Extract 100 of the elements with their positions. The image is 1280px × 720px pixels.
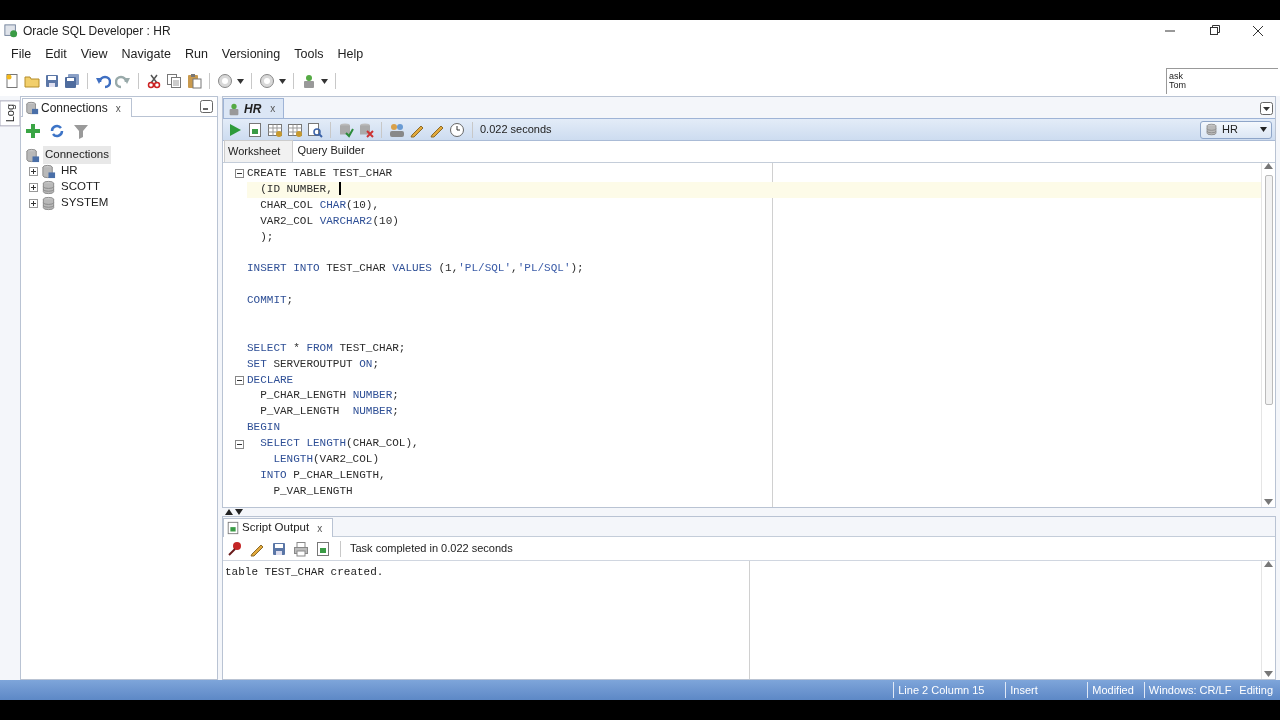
- expand-icon[interactable]: [29, 198, 38, 208]
- code-line: LENGTH(VAR2_COL): [272, 452, 381, 468]
- editor-subtab[interactable]: Query Builder: [293, 138, 378, 162]
- paste-icon[interactable]: [186, 73, 202, 89]
- caret-icon[interactable]: [279, 78, 286, 84]
- expand-icon[interactable]: [29, 182, 38, 192]
- menu-item[interactable]: Help: [330, 44, 371, 64]
- code-line: COMMIT;: [247, 293, 295, 309]
- folder-icon[interactable]: [24, 73, 40, 89]
- output-line: table TEST_CHAR created.: [225, 565, 385, 580]
- connections-icon: [25, 147, 40, 163]
- ask-tom-field[interactable]: ask Tom: [1166, 68, 1278, 94]
- menu-item[interactable]: File: [4, 44, 39, 64]
- database-icon: [41, 163, 56, 179]
- code-line: SELECT * FROM TEST_CHAR;: [247, 340, 407, 356]
- grid-icon[interactable]: [267, 121, 283, 138]
- splitter-arrows-icon[interactable]: [225, 509, 245, 515]
- tree-item[interactable]: HR: [59, 162, 80, 180]
- fold-icon[interactable]: [235, 376, 244, 385]
- copy-icon[interactable]: [166, 73, 182, 89]
- save-icon[interactable]: [44, 73, 60, 89]
- panel-tab[interactable]: Connections x: [22, 98, 132, 117]
- menu-item[interactable]: Navigate: [114, 44, 178, 64]
- scroll-thumb[interactable]: [1264, 175, 1273, 405]
- status-item: Modified: [1087, 681, 1138, 699]
- tree-item[interactable]: Connections: [43, 146, 111, 164]
- database-check-icon[interactable]: [338, 121, 354, 138]
- tab-label: Connections: [41, 100, 108, 117]
- scrollbar[interactable]: [1261, 561, 1275, 679]
- redo-icon[interactable]: [115, 73, 131, 89]
- code-line: INSERT INTO TEST_CHAR VALUES (1,'PL/SQL','PL/SQL');: [247, 261, 585, 277]
- new-file-icon[interactable]: [4, 73, 20, 89]
- document-icon[interactable]: [315, 540, 331, 557]
- elapsed-time: 0.022 seconds: [480, 122, 552, 138]
- tab-label: HR: [244, 100, 262, 118]
- scrollbar[interactable]: [1261, 163, 1275, 507]
- scroll-down-icon[interactable]: [1264, 671, 1273, 677]
- code-line: SET SERVEROUTPUT ON;: [247, 356, 381, 372]
- database-icon: [41, 179, 56, 195]
- database-icon: [1205, 123, 1218, 136]
- tree-item[interactable]: SCOTT: [59, 178, 102, 196]
- code-line: DECLARE: [247, 372, 295, 388]
- filter-icon[interactable]: [73, 123, 89, 139]
- code-line: SELECT LENGTH(CHAR_COL),: [259, 436, 420, 452]
- run-icon[interactable]: [227, 121, 243, 138]
- menu-item[interactable]: Edit: [38, 44, 74, 64]
- caret-icon[interactable]: [237, 78, 244, 84]
- clock-icon[interactable]: [449, 121, 465, 138]
- code-line: BEGIN: [247, 420, 281, 436]
- grid-icon[interactable]: [287, 121, 303, 138]
- tab-label: Script Output: [242, 520, 310, 536]
- close-icon[interactable]: x: [270, 101, 276, 116]
- scroll-up-icon[interactable]: [1264, 163, 1273, 169]
- people-icon[interactable]: [389, 121, 405, 138]
- close-icon[interactable]: x: [317, 520, 323, 536]
- editor-tab[interactable]: HR x: [223, 98, 285, 118]
- caret-icon: [1260, 127, 1267, 132]
- scissors-icon[interactable]: [146, 73, 162, 89]
- connection-dropdown[interactable]: HR: [1200, 120, 1272, 139]
- code-line: CHAR_COL CHAR(10),: [259, 197, 381, 213]
- menu-item[interactable]: Versioning: [214, 44, 288, 64]
- code-line: P_VAR_LENGTH NUMBER;: [259, 404, 400, 420]
- caret-icon[interactable]: [321, 78, 328, 84]
- status-item: Insert: [1005, 681, 1082, 699]
- code-line: CREATE TABLE TEST_CHAR: [247, 166, 394, 181]
- code-line: VAR2_COL VARCHAR2(10): [259, 213, 400, 229]
- status-message: Task completed in 0.022 seconds: [350, 541, 513, 557]
- window-title: Oracle SQL Developer : HR: [23, 23, 171, 40]
- pin-icon[interactable]: [227, 540, 243, 557]
- fold-icon[interactable]: [235, 439, 244, 449]
- expand-icon[interactable]: [29, 166, 38, 176]
- fold-icon[interactable]: [235, 169, 244, 179]
- code-line: INTO P_CHAR_LENGTH,: [259, 467, 387, 483]
- database-icon: [41, 195, 56, 211]
- menu-item[interactable]: Tools: [287, 44, 331, 64]
- refresh-icon[interactable]: [49, 123, 65, 139]
- tree-item[interactable]: SYSTEM: [59, 194, 111, 212]
- script-output-icon: [226, 521, 240, 535]
- save-all-icon[interactable]: [64, 73, 80, 89]
- printer-icon[interactable]: [293, 540, 309, 557]
- database-cross-icon[interactable]: [358, 121, 374, 138]
- code-line: P_CHAR_LENGTH NUMBER;: [259, 388, 400, 404]
- close-icon[interactable]: x: [115, 100, 121, 116]
- add-icon[interactable]: [25, 123, 41, 139]
- side-tab[interactable]: Log: [0, 100, 21, 127]
- magnifier-icon[interactable]: [307, 121, 323, 138]
- undo-icon[interactable]: [95, 73, 111, 89]
- menu-item[interactable]: View: [73, 44, 115, 64]
- dropdown-icon[interactable]: [1260, 102, 1273, 115]
- scroll-up-icon[interactable]: [1264, 561, 1273, 567]
- menu-item[interactable]: Run: [177, 44, 215, 64]
- code-line: );: [259, 229, 275, 245]
- scroll-down-icon[interactable]: [1264, 499, 1273, 505]
- run-script-icon[interactable]: [247, 121, 263, 138]
- editor-subtab[interactable]: Worksheet: [224, 139, 294, 162]
- minimize-icon[interactable]: [200, 100, 213, 113]
- output-tab[interactable]: Script Output x: [223, 518, 334, 537]
- connections-icon: [25, 101, 39, 115]
- save-icon[interactable]: [271, 540, 287, 557]
- text-cursor: [339, 182, 342, 196]
